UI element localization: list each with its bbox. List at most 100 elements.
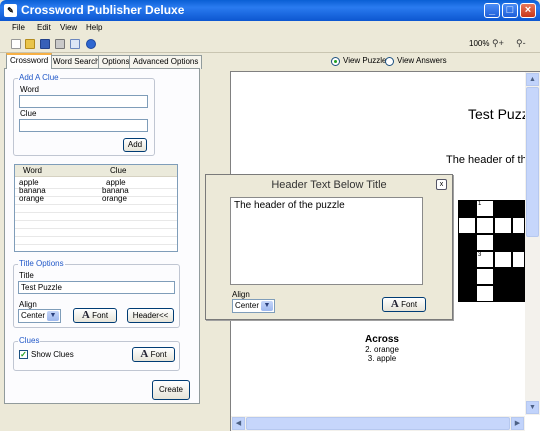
grid-cell: [512, 251, 525, 268]
grid-cell: 1: [476, 200, 494, 217]
horizontal-scroll-thumb[interactable]: [246, 417, 510, 430]
table-row-clue[interactable]: orange: [102, 194, 127, 203]
grid-cell: [494, 268, 512, 285]
grid-cell: [494, 234, 512, 251]
grid-cell: [494, 251, 512, 268]
grid-cell: [512, 217, 525, 234]
menu-edit[interactable]: Edit: [37, 23, 51, 32]
grid-cell: [458, 285, 476, 302]
open-icon[interactable]: [25, 39, 35, 49]
vertical-scroll-thumb[interactable]: [526, 87, 539, 237]
show-clues-label[interactable]: Show Clues: [31, 350, 74, 359]
menu-bar: File Edit View Help: [0, 21, 540, 36]
grid-cell: [512, 285, 525, 302]
add-clue-button[interactable]: Add: [123, 138, 147, 152]
clue-list[interactable]: Word Clue apple apple banana banana oran…: [14, 164, 178, 252]
title-label: Title: [19, 271, 34, 280]
puzzle-title: Test Puzz: [468, 106, 529, 122]
help-icon[interactable]: [86, 39, 96, 49]
title-align-label: Align: [19, 300, 37, 309]
title-font-button[interactable]: A Font: [73, 308, 117, 323]
view-puzzle-radio[interactable]: [331, 57, 340, 66]
window-title: Crossword Publisher Deluxe: [21, 3, 185, 17]
grid-cell: [476, 285, 494, 302]
dialog-align-select[interactable]: Center ▼: [232, 299, 275, 313]
view-answers-label[interactable]: View Answers: [397, 56, 447, 65]
chevron-down-icon[interactable]: ▼: [261, 301, 273, 311]
left-panel: Crossword Word Search Options Advanced O…: [2, 53, 203, 407]
column-word[interactable]: Word: [23, 166, 42, 175]
list-item: 3. apple: [367, 354, 397, 363]
grid-cell: [458, 251, 476, 268]
new-icon[interactable]: [11, 39, 21, 49]
tab-advanced-options[interactable]: Advanced Options: [129, 55, 203, 69]
dialog-font-button[interactable]: A Font: [382, 297, 426, 312]
title-input[interactable]: Test Puzzle: [18, 281, 175, 294]
tab-word-search[interactable]: Word Search: [49, 55, 104, 69]
scroll-right-icon[interactable]: ▶: [511, 417, 524, 430]
dialog-align-label: Align: [232, 290, 250, 299]
app-icon: ✎: [4, 4, 17, 17]
header-toggle-button[interactable]: Header<<: [127, 308, 174, 323]
minimize-button[interactable]: _: [484, 3, 500, 18]
scroll-up-icon[interactable]: ▲: [526, 73, 539, 86]
clues-font-button[interactable]: A Font: [132, 347, 175, 362]
zoom-level: 100%: [469, 39, 490, 48]
view-answers-radio[interactable]: [385, 57, 394, 66]
across-heading: Across: [365, 334, 399, 345]
menu-view[interactable]: View: [60, 23, 77, 32]
font-icon: A: [140, 348, 149, 360]
header-text-dialog: Header Text Below Title x The header of …: [205, 174, 453, 320]
title-bar: ✎ Crossword Publisher Deluxe _ □ ×: [0, 0, 540, 21]
create-button[interactable]: Create: [152, 380, 190, 400]
grid-cell: [512, 268, 525, 285]
menu-file[interactable]: File: [12, 23, 25, 32]
tab-crossword[interactable]: Crossword: [6, 53, 53, 69]
word-input[interactable]: [19, 95, 148, 108]
grid-cell: [458, 268, 476, 285]
header-text-area[interactable]: The header of the puzzle: [230, 197, 423, 285]
clues-group-label: Clues: [18, 336, 41, 345]
zoom-in-icon[interactable]: ⚲+: [492, 38, 504, 49]
grid-cell: [476, 268, 494, 285]
print-icon[interactable]: [55, 39, 65, 49]
font-icon: A: [390, 298, 399, 310]
title-align-select[interactable]: Center ▼: [18, 309, 61, 323]
copy-icon[interactable]: [70, 39, 80, 49]
grid-cell: [494, 217, 512, 234]
word-label: Word: [20, 85, 39, 94]
menu-help[interactable]: Help: [86, 23, 102, 32]
view-puzzle-label[interactable]: View Puzzle: [343, 56, 386, 65]
add-clue-group-label: Add A Clue: [18, 73, 60, 82]
dialog-title: Header Text Below Title: [271, 179, 387, 191]
grid-cell: [494, 285, 512, 302]
title-align-value: Center: [21, 311, 46, 320]
scroll-left-icon[interactable]: ◀: [232, 417, 245, 430]
horizontal-scrollbar[interactable]: ◀ ▶: [231, 416, 525, 431]
zoom-out-icon[interactable]: ⚲-: [516, 38, 526, 49]
font-icon: A: [81, 309, 90, 321]
across-clues: Across 2. orange 3. apple: [350, 334, 414, 363]
toolbar: 100% ⚲+ ⚲-: [0, 36, 540, 53]
clue-list-header: Word Clue: [15, 165, 177, 177]
vertical-scrollbar[interactable]: ▲ ▼: [525, 72, 540, 415]
grid-cell: [512, 234, 525, 251]
grid-cell: [458, 200, 476, 217]
list-item: 2. orange: [365, 345, 399, 354]
clue-input[interactable]: [19, 119, 148, 132]
maximize-button[interactable]: □: [502, 3, 518, 18]
close-button[interactable]: ×: [520, 3, 536, 18]
clue-label: Clue: [20, 109, 37, 118]
chevron-down-icon[interactable]: ▼: [47, 311, 59, 321]
puzzle-header: The header of the: [446, 154, 533, 166]
show-clues-checkbox[interactable]: ✓: [19, 350, 28, 359]
column-clue[interactable]: Clue: [110, 166, 126, 175]
table-row-word[interactable]: orange: [19, 194, 44, 203]
dialog-close-icon[interactable]: x: [436, 179, 447, 190]
grid-cell: [476, 217, 494, 234]
grid-cell: [512, 200, 525, 217]
scroll-down-icon[interactable]: ▼: [526, 401, 539, 414]
grid-cell: 3: [476, 251, 494, 268]
save-icon[interactable]: [40, 39, 50, 49]
grid-cell: [476, 234, 494, 251]
